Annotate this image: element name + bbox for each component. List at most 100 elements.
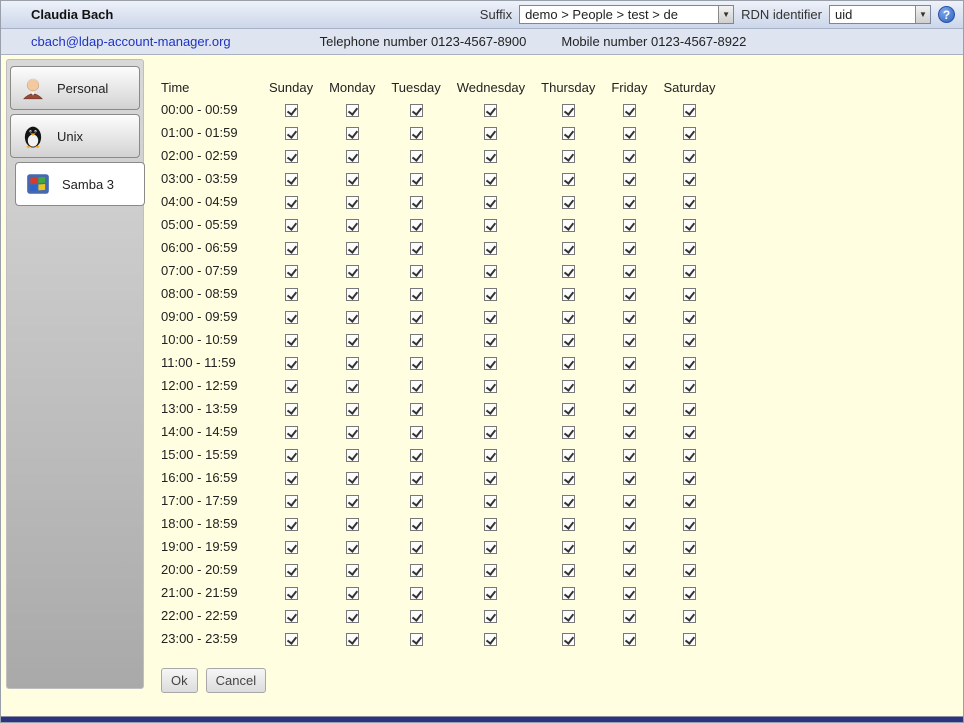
hour-checkbox[interactable] bbox=[410, 173, 423, 186]
hour-checkbox[interactable] bbox=[623, 127, 636, 140]
hour-checkbox[interactable] bbox=[285, 564, 298, 577]
hour-checkbox[interactable] bbox=[410, 380, 423, 393]
hour-checkbox[interactable] bbox=[562, 265, 575, 278]
hour-checkbox[interactable] bbox=[623, 449, 636, 462]
hour-checkbox[interactable] bbox=[683, 380, 696, 393]
hour-checkbox[interactable] bbox=[484, 219, 497, 232]
hour-checkbox[interactable] bbox=[562, 495, 575, 508]
hour-checkbox[interactable] bbox=[623, 380, 636, 393]
hour-checkbox[interactable] bbox=[484, 495, 497, 508]
hour-checkbox[interactable] bbox=[683, 173, 696, 186]
hour-checkbox[interactable] bbox=[683, 219, 696, 232]
email-link[interactable]: cbach@ldap-account-manager.org bbox=[31, 34, 231, 49]
hour-checkbox[interactable] bbox=[623, 311, 636, 324]
hour-checkbox[interactable] bbox=[484, 196, 497, 209]
hour-checkbox[interactable] bbox=[285, 104, 298, 117]
hour-checkbox[interactable] bbox=[346, 104, 359, 117]
hour-checkbox[interactable] bbox=[623, 564, 636, 577]
hour-checkbox[interactable] bbox=[346, 449, 359, 462]
hour-checkbox[interactable] bbox=[484, 426, 497, 439]
hour-checkbox[interactable] bbox=[285, 426, 298, 439]
hour-checkbox[interactable] bbox=[683, 564, 696, 577]
hour-checkbox[interactable] bbox=[285, 495, 298, 508]
hour-checkbox[interactable] bbox=[410, 449, 423, 462]
hour-checkbox[interactable] bbox=[285, 587, 298, 600]
hour-checkbox[interactable] bbox=[346, 127, 359, 140]
hour-checkbox[interactable] bbox=[562, 127, 575, 140]
sidebar-item-personal[interactable]: Personal bbox=[10, 66, 140, 110]
sidebar-item-unix[interactable]: Unix bbox=[10, 114, 140, 158]
hour-checkbox[interactable] bbox=[410, 633, 423, 646]
hour-checkbox[interactable] bbox=[562, 196, 575, 209]
hour-checkbox[interactable] bbox=[410, 127, 423, 140]
hour-checkbox[interactable] bbox=[623, 472, 636, 485]
hour-checkbox[interactable] bbox=[410, 495, 423, 508]
sidebar-item-samba3[interactable]: Samba 3 bbox=[15, 162, 145, 206]
hour-checkbox[interactable] bbox=[562, 564, 575, 577]
hour-checkbox[interactable] bbox=[562, 219, 575, 232]
hour-checkbox[interactable] bbox=[562, 104, 575, 117]
hour-checkbox[interactable] bbox=[623, 357, 636, 370]
hour-checkbox[interactable] bbox=[346, 472, 359, 485]
hour-checkbox[interactable] bbox=[562, 288, 575, 301]
cancel-button[interactable]: Cancel bbox=[206, 668, 266, 693]
hour-checkbox[interactable] bbox=[285, 173, 298, 186]
hour-checkbox[interactable] bbox=[623, 150, 636, 163]
hour-checkbox[interactable] bbox=[285, 127, 298, 140]
hour-checkbox[interactable] bbox=[484, 173, 497, 186]
hour-checkbox[interactable] bbox=[484, 150, 497, 163]
hour-checkbox[interactable] bbox=[285, 219, 298, 232]
hour-checkbox[interactable] bbox=[623, 610, 636, 623]
hour-checkbox[interactable] bbox=[623, 633, 636, 646]
hour-checkbox[interactable] bbox=[683, 242, 696, 255]
hour-checkbox[interactable] bbox=[683, 403, 696, 416]
hour-checkbox[interactable] bbox=[346, 380, 359, 393]
hour-checkbox[interactable] bbox=[346, 426, 359, 439]
hour-checkbox[interactable] bbox=[683, 288, 696, 301]
hour-checkbox[interactable] bbox=[623, 541, 636, 554]
hour-checkbox[interactable] bbox=[410, 196, 423, 209]
hour-checkbox[interactable] bbox=[623, 173, 636, 186]
hour-checkbox[interactable] bbox=[346, 334, 359, 347]
hour-checkbox[interactable] bbox=[484, 311, 497, 324]
hour-checkbox[interactable] bbox=[484, 610, 497, 623]
hour-checkbox[interactable] bbox=[623, 219, 636, 232]
hour-checkbox[interactable] bbox=[623, 403, 636, 416]
hour-checkbox[interactable] bbox=[285, 541, 298, 554]
hour-checkbox[interactable] bbox=[484, 564, 497, 577]
hour-checkbox[interactable] bbox=[285, 150, 298, 163]
hour-checkbox[interactable] bbox=[285, 196, 298, 209]
hour-checkbox[interactable] bbox=[346, 311, 359, 324]
hour-checkbox[interactable] bbox=[346, 242, 359, 255]
hour-checkbox[interactable] bbox=[285, 633, 298, 646]
hour-checkbox[interactable] bbox=[285, 265, 298, 278]
hour-checkbox[interactable] bbox=[346, 173, 359, 186]
hour-checkbox[interactable] bbox=[623, 518, 636, 531]
hour-checkbox[interactable] bbox=[346, 219, 359, 232]
hour-checkbox[interactable] bbox=[623, 587, 636, 600]
hour-checkbox[interactable] bbox=[562, 173, 575, 186]
hour-checkbox[interactable] bbox=[623, 495, 636, 508]
hour-checkbox[interactable] bbox=[562, 449, 575, 462]
hour-checkbox[interactable] bbox=[562, 633, 575, 646]
hour-checkbox[interactable] bbox=[285, 242, 298, 255]
hour-checkbox[interactable] bbox=[346, 403, 359, 416]
hour-checkbox[interactable] bbox=[410, 357, 423, 370]
hour-checkbox[interactable] bbox=[562, 518, 575, 531]
hour-checkbox[interactable] bbox=[484, 104, 497, 117]
hour-checkbox[interactable] bbox=[484, 587, 497, 600]
hour-checkbox[interactable] bbox=[285, 357, 298, 370]
hour-checkbox[interactable] bbox=[346, 610, 359, 623]
hour-checkbox[interactable] bbox=[683, 311, 696, 324]
hour-checkbox[interactable] bbox=[623, 334, 636, 347]
hour-checkbox[interactable] bbox=[285, 449, 298, 462]
hour-checkbox[interactable] bbox=[285, 610, 298, 623]
rdn-identifier-select[interactable]: uid ▼ bbox=[829, 5, 931, 24]
hour-checkbox[interactable] bbox=[623, 104, 636, 117]
hour-checkbox[interactable] bbox=[484, 472, 497, 485]
hour-checkbox[interactable] bbox=[285, 334, 298, 347]
suffix-select[interactable]: demo > People > test > de ▼ bbox=[519, 5, 734, 24]
hour-checkbox[interactable] bbox=[346, 495, 359, 508]
hour-checkbox[interactable] bbox=[410, 472, 423, 485]
hour-checkbox[interactable] bbox=[623, 242, 636, 255]
